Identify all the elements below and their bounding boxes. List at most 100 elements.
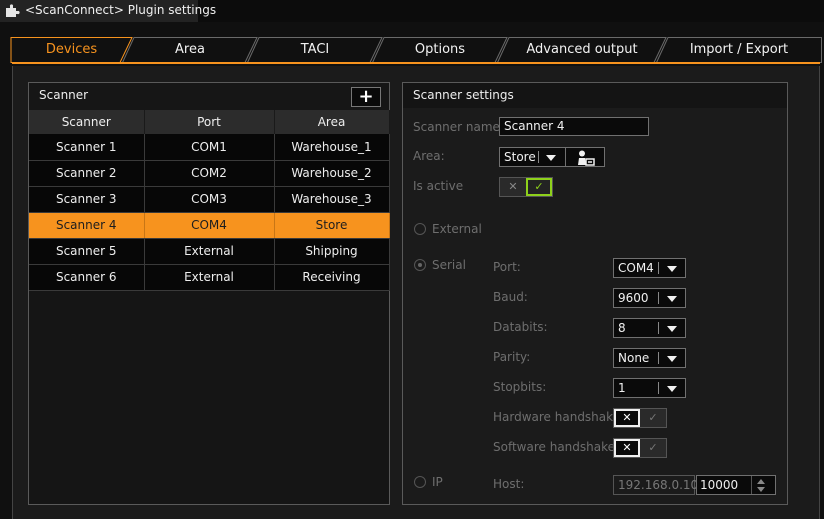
tab-options-label: Options bbox=[414, 42, 466, 57]
table-row[interactable]: Scanner 1 COM1 Warehouse_1 bbox=[29, 134, 390, 161]
window-title: <ScanConnect> Plugin settings bbox=[25, 3, 217, 17]
cell-scanner: Scanner 2 bbox=[29, 160, 145, 187]
parity-label: Parity: bbox=[493, 350, 531, 364]
tab-devices[interactable]: Devices bbox=[10, 37, 133, 63]
column-header-area[interactable]: Area bbox=[274, 110, 390, 134]
combo-separator bbox=[658, 352, 659, 364]
port-select-value: COM4 bbox=[618, 261, 654, 275]
ip-radio[interactable] bbox=[414, 476, 426, 488]
area-select-value: Store bbox=[504, 150, 536, 164]
chevron-up-icon[interactable] bbox=[757, 479, 765, 484]
area-select-button[interactable] bbox=[565, 147, 605, 167]
add-scanner-button[interactable]: + bbox=[351, 87, 381, 107]
ip-port-stepper[interactable]: 10000 bbox=[696, 475, 776, 495]
table-row[interactable]: Scanner 5 External Shipping bbox=[29, 238, 390, 265]
column-header-port[interactable]: Port bbox=[144, 110, 275, 134]
table-header-row: Scanner Port Area bbox=[29, 110, 390, 134]
cell-scanner: Scanner 3 bbox=[29, 186, 145, 213]
area-select-icon bbox=[578, 150, 595, 166]
tab-area-label: Area bbox=[175, 42, 205, 57]
databits-select[interactable]: 8 bbox=[613, 318, 686, 338]
baud-select[interactable]: 9600 bbox=[613, 288, 686, 308]
tab-bar: Devices Area TACI Options Advanced outpu… bbox=[0, 34, 824, 64]
ip-port-value: 10000 bbox=[700, 478, 739, 492]
tab-taci[interactable]: TACI bbox=[247, 37, 383, 63]
cell-area: Warehouse_1 bbox=[274, 134, 390, 161]
stopbits-label: Stopbits: bbox=[493, 380, 547, 394]
scanner-settings-title: Scanner settings bbox=[413, 88, 514, 102]
window-title-tab: <ScanConnect> Plugin settings bbox=[0, 0, 216, 22]
scanner-list-title: Scanner bbox=[39, 88, 89, 102]
cell-area: Receiving bbox=[274, 264, 390, 291]
cell-scanner: Scanner 1 bbox=[29, 134, 145, 161]
external-radio-label: External bbox=[432, 222, 482, 236]
ip-radio-label: IP bbox=[432, 475, 443, 489]
tab-area[interactable]: Area bbox=[122, 37, 258, 63]
parity-select[interactable]: None bbox=[613, 348, 686, 368]
tab-devices-label: Devices bbox=[45, 42, 98, 57]
table-row[interactable]: Scanner 2 COM2 Warehouse_2 bbox=[29, 160, 390, 187]
baud-select-value: 9600 bbox=[618, 291, 649, 305]
area-select[interactable]: Store bbox=[499, 147, 566, 167]
combo-separator bbox=[538, 151, 539, 163]
is-active-label: Is active bbox=[413, 179, 464, 193]
port-label: Port: bbox=[493, 260, 521, 274]
scanner-table: Scanner Port Area Scanner 1 COM1 Warehou… bbox=[29, 110, 390, 291]
serial-radio-label: Serial bbox=[432, 258, 466, 272]
databits-select-value: 8 bbox=[618, 321, 626, 335]
databits-label: Databits: bbox=[493, 320, 548, 334]
host-input[interactable]: 192.168.0.100 bbox=[613, 475, 706, 495]
hardware-handshake-label: Hardware handshake bbox=[493, 410, 621, 424]
cell-scanner: Scanner 4 bbox=[29, 212, 145, 239]
table-row[interactable]: Scanner 6 External Receiving bbox=[29, 264, 390, 291]
stepper-divider bbox=[751, 476, 752, 494]
cell-area: Warehouse_2 bbox=[274, 160, 390, 187]
check-icon: ✓ bbox=[648, 441, 658, 454]
cell-port: COM4 bbox=[144, 212, 275, 239]
chevron-down-icon bbox=[667, 296, 677, 302]
cell-port: External bbox=[144, 238, 275, 265]
stopbits-select-value: 1 bbox=[618, 381, 626, 395]
cell-area: Shipping bbox=[274, 238, 390, 265]
software-handshake-label: Software handshake bbox=[493, 440, 616, 454]
cell-area: Warehouse_3 bbox=[274, 186, 390, 213]
combo-separator bbox=[658, 292, 659, 304]
table-row[interactable]: Scanner 3 COM3 Warehouse_3 bbox=[29, 186, 390, 213]
toggle-off-icon: ✕ bbox=[614, 439, 640, 457]
scanner-name-input[interactable]: Scanner 4 bbox=[499, 117, 649, 136]
combo-separator bbox=[658, 382, 659, 394]
stopbits-select[interactable]: 1 bbox=[613, 378, 686, 398]
cell-area: Store bbox=[274, 212, 390, 239]
is-active-toggle[interactable]: ✕ ✓ bbox=[499, 177, 553, 197]
area-label: Area: bbox=[413, 149, 445, 163]
hardware-handshake-toggle[interactable]: ✕ ✓ bbox=[613, 408, 667, 428]
tab-taci-label: TACI bbox=[300, 42, 330, 57]
software-handshake-toggle[interactable]: ✕ ✓ bbox=[613, 438, 667, 458]
chevron-down-icon bbox=[546, 155, 556, 161]
column-header-scanner[interactable]: Scanner bbox=[29, 110, 145, 134]
combo-separator bbox=[658, 262, 659, 274]
active-tab-underline bbox=[12, 62, 820, 64]
baud-label: Baud: bbox=[493, 290, 528, 304]
chevron-down-icon bbox=[667, 266, 677, 272]
toggle-off-icon: ✕ bbox=[508, 180, 518, 193]
table-row-selected[interactable]: Scanner 4 COM4 Store bbox=[29, 212, 390, 239]
cell-port: COM1 bbox=[144, 134, 275, 161]
chevron-down-icon[interactable] bbox=[757, 487, 765, 492]
check-icon: ✓ bbox=[526, 178, 552, 196]
host-label: Host: bbox=[493, 477, 525, 491]
scanner-list-header: Scanner + bbox=[29, 83, 389, 110]
chevron-down-icon bbox=[667, 386, 677, 392]
parity-select-value: None bbox=[618, 351, 650, 365]
cell-port: External bbox=[144, 264, 275, 291]
chevron-down-icon bbox=[667, 326, 677, 332]
tab-options[interactable]: Options bbox=[372, 37, 508, 63]
title-bar: <ScanConnect> Plugin settings bbox=[0, 0, 824, 22]
tab-import-export[interactable]: Import / Export bbox=[656, 37, 822, 63]
combo-separator bbox=[658, 322, 659, 334]
port-select[interactable]: COM4 bbox=[613, 258, 686, 278]
puzzle-icon bbox=[6, 4, 20, 17]
tab-advanced-output[interactable]: Advanced output bbox=[497, 37, 667, 63]
serial-radio[interactable] bbox=[414, 259, 426, 271]
external-radio[interactable] bbox=[414, 223, 426, 235]
